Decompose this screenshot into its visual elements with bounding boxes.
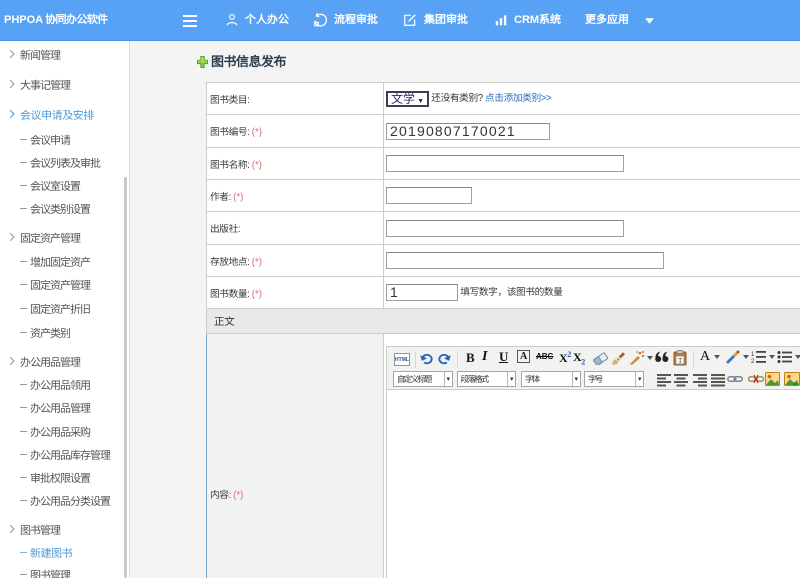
svg-text:1: 1 — [751, 352, 755, 358]
svg-text:2: 2 — [751, 359, 755, 364]
